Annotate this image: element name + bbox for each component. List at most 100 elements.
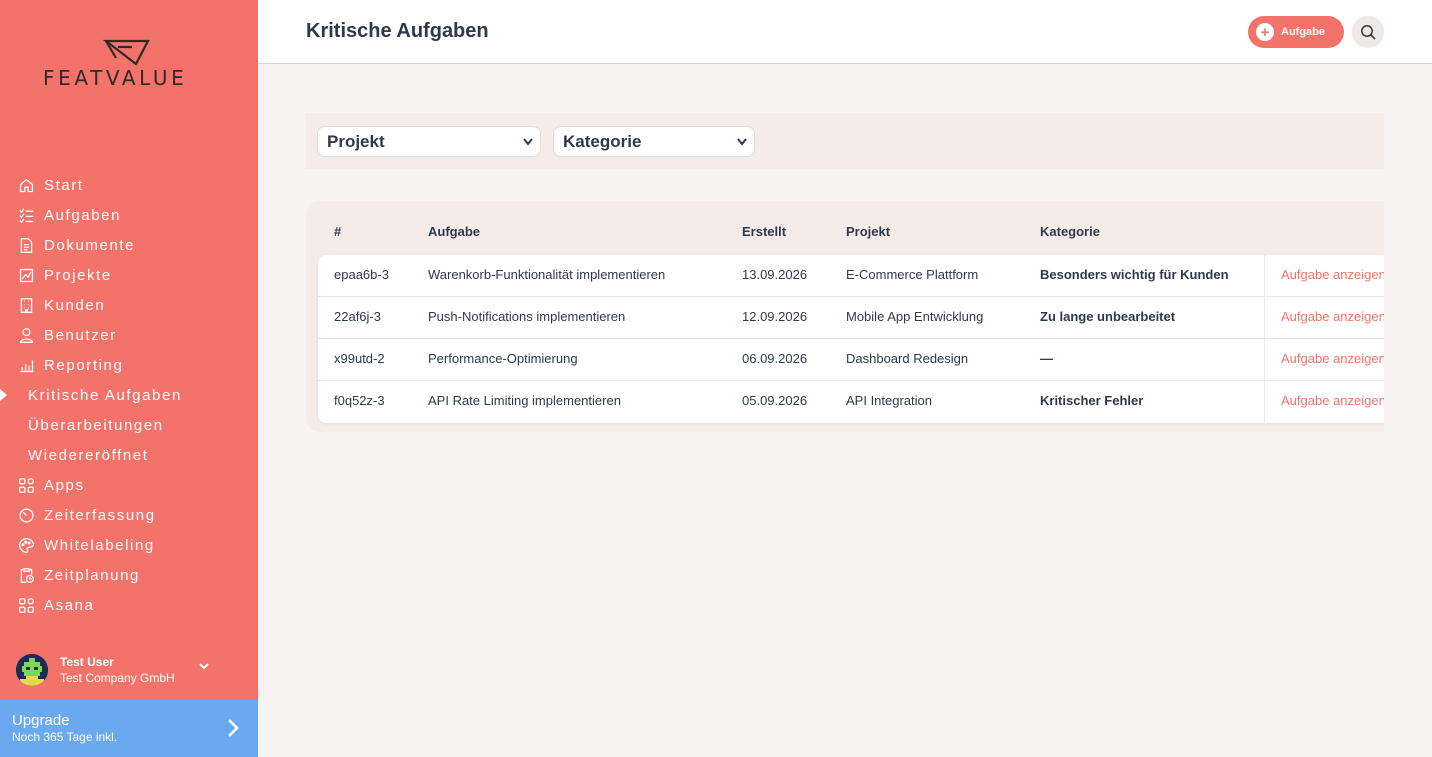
- table-row[interactable]: x99utd-2 Performance-Optimierung 06.09.2…: [318, 339, 1384, 381]
- cell-aufgabe: API Rate Limiting implementieren: [428, 393, 621, 408]
- column-divider: [1264, 381, 1265, 423]
- cell-erstellt: 06.09.2026: [742, 351, 808, 366]
- user-company: Test Company GmbH: [60, 671, 175, 685]
- cell-kategorie: Kritischer Fehler: [1040, 393, 1144, 408]
- column-header-kategorie: Kategorie: [1040, 224, 1100, 239]
- search-button[interactable]: [1352, 16, 1384, 48]
- sidebar-item-start[interactable]: Start: [0, 170, 258, 200]
- cell-erstellt: 13.09.2026: [742, 267, 808, 282]
- bar-chart-icon: [16, 355, 36, 375]
- cell-aufgabe: Push-Notifications implementieren: [428, 309, 626, 324]
- cell-kategorie: —: [1040, 351, 1053, 366]
- upgrade-subtitle: Noch 365 Tage inkl.: [12, 730, 118, 744]
- sidebar-item-label: Wiedereröffnet: [28, 446, 149, 464]
- chevron-right-icon: [228, 719, 239, 737]
- home-icon: [16, 175, 36, 195]
- sidebar-item-label: Reporting: [44, 356, 124, 374]
- cell-kategorie: Zu lange unbearbeitet: [1040, 309, 1176, 324]
- sidebar-item-benutzer[interactable]: Benutzer: [0, 320, 258, 350]
- sidebar-item-reporting[interactable]: Reporting: [0, 350, 258, 380]
- sidebar-item-kritische-aufgaben[interactable]: Kritische Aufgaben: [0, 380, 258, 410]
- cell-aufgabe: Warenkorb-Funktionalität implementieren: [428, 267, 666, 282]
- sidebar-nav: Start Aufgaben Dokumente Projekte Kunden…: [0, 170, 258, 620]
- category-select[interactable]: Kategorie: [553, 126, 755, 157]
- column-divider: [1264, 255, 1265, 297]
- cell-aufgabe: Performance-Optimierung: [428, 351, 578, 366]
- chevron-down-icon: [737, 138, 747, 146]
- project-select-value: Projekt: [327, 131, 385, 151]
- pixel-avatar-icon: [16, 654, 48, 686]
- upgrade-title: Upgrade: [12, 712, 70, 729]
- chevron-down-icon[interactable]: [198, 660, 210, 672]
- featvalue-logo[interactable]: FEATVALUE: [40, 38, 220, 94]
- sidebar-item-zeiterfassung[interactable]: Zeiterfassung: [0, 500, 258, 530]
- cell-projekt: Dashboard Redesign: [846, 351, 969, 366]
- view-task-link[interactable]: Aufgabe anzeigen: [1281, 351, 1384, 366]
- cell-kategorie: Besonders wichtig für Kunden: [1040, 267, 1229, 282]
- tasks-table: # Aufgabe Erstellt Projekt Kategorie epa…: [306, 201, 1384, 432]
- plus-icon: +: [1256, 23, 1274, 41]
- cell-id: f0q52z-3: [334, 393, 385, 408]
- cell-projekt: Mobile App Entwicklung: [846, 309, 984, 324]
- document-icon: [16, 235, 36, 255]
- sidebar-item-label: Asana: [44, 596, 95, 614]
- clipboard-clock-icon: [16, 565, 36, 585]
- category-select-value: Kategorie: [563, 131, 642, 151]
- sidebar-item-label: Whitelabeling: [44, 536, 155, 554]
- avatar: [16, 654, 48, 686]
- sidebar-item-label: Zeiterfassung: [44, 506, 156, 524]
- top-header: Kritische Aufgaben + Aufgabe: [258, 0, 1432, 64]
- building-icon: [16, 295, 36, 315]
- sidebar-item-label: Apps: [44, 476, 85, 494]
- sidebar-item-ueberarbeitungen[interactable]: Überarbeitungen: [0, 410, 258, 440]
- sidebar-item-dokumente[interactable]: Dokumente: [0, 230, 258, 260]
- logo-mark-icon: [102, 39, 150, 66]
- add-task-label: Aufgabe: [1281, 26, 1325, 38]
- column-divider: [1264, 297, 1265, 339]
- cell-id: x99utd-2: [334, 351, 385, 366]
- upgrade-banner[interactable]: Upgrade Noch 365 Tage inkl.: [0, 700, 258, 757]
- user-menu[interactable]: Test User Test Company GmbH: [16, 652, 246, 688]
- sidebar-item-label: Überarbeitungen: [28, 416, 164, 434]
- table-row[interactable]: 22af6j-3 Push-Notifications implementier…: [318, 297, 1384, 339]
- sidebar: FEATVALUE Start Aufgaben Dokumente Proje…: [0, 0, 258, 757]
- apps-icon: [16, 475, 36, 495]
- sidebar-item-whitelabeling[interactable]: Whitelabeling: [0, 530, 258, 560]
- add-task-button[interactable]: + Aufgabe: [1248, 16, 1344, 48]
- sidebar-item-label: Start: [44, 176, 84, 194]
- cell-id: 22af6j-3: [334, 309, 381, 324]
- cell-projekt: E-Commerce Plattform: [846, 267, 979, 282]
- project-select[interactable]: Projekt: [317, 126, 541, 157]
- sidebar-item-zeitplanung[interactable]: Zeitplanung: [0, 560, 258, 590]
- chart-icon: [16, 265, 36, 285]
- sidebar-item-projekte[interactable]: Projekte: [0, 260, 258, 290]
- filter-bar: Projekt Kategorie: [306, 113, 1384, 169]
- chevron-down-icon: [523, 138, 533, 146]
- table-row[interactable]: f0q52z-3 API Rate Limiting implementiere…: [318, 381, 1384, 423]
- view-task-link[interactable]: Aufgabe anzeigen: [1281, 393, 1384, 408]
- cell-erstellt: 12.09.2026: [742, 309, 808, 324]
- sidebar-item-apps[interactable]: Apps: [0, 470, 258, 500]
- timer-icon: [16, 505, 36, 525]
- sidebar-item-wiedereroeffnet[interactable]: Wiedereröffnet: [0, 440, 258, 470]
- sidebar-item-label: Dokumente: [44, 236, 136, 254]
- table-row[interactable]: epaa6b-3 Warenkorb-Funktionalität implem…: [318, 255, 1384, 297]
- column-header-erstellt: Erstellt: [742, 224, 787, 239]
- cell-id: epaa6b-3: [334, 267, 389, 282]
- view-task-link[interactable]: Aufgabe anzeigen: [1281, 267, 1384, 282]
- column-divider: [1264, 339, 1265, 381]
- sidebar-item-kunden[interactable]: Kunden: [0, 290, 258, 320]
- sidebar-item-label: Projekte: [44, 266, 112, 284]
- sidebar-item-label: Kritische Aufgaben: [28, 386, 182, 404]
- view-task-link[interactable]: Aufgabe anzeigen: [1281, 309, 1384, 324]
- search-icon: [1361, 25, 1376, 40]
- cell-projekt: API Integration: [846, 393, 932, 408]
- sidebar-item-label: Zeitplanung: [44, 566, 140, 584]
- sidebar-item-label: Aufgaben: [44, 206, 122, 224]
- column-header-aufgabe: Aufgabe: [428, 224, 480, 239]
- sidebar-item-label: Kunden: [44, 296, 106, 314]
- sidebar-item-aufgaben[interactable]: Aufgaben: [0, 200, 258, 230]
- sidebar-item-label: Benutzer: [44, 326, 117, 344]
- sidebar-item-asana[interactable]: Asana: [0, 590, 258, 620]
- checklist-icon: [16, 205, 36, 225]
